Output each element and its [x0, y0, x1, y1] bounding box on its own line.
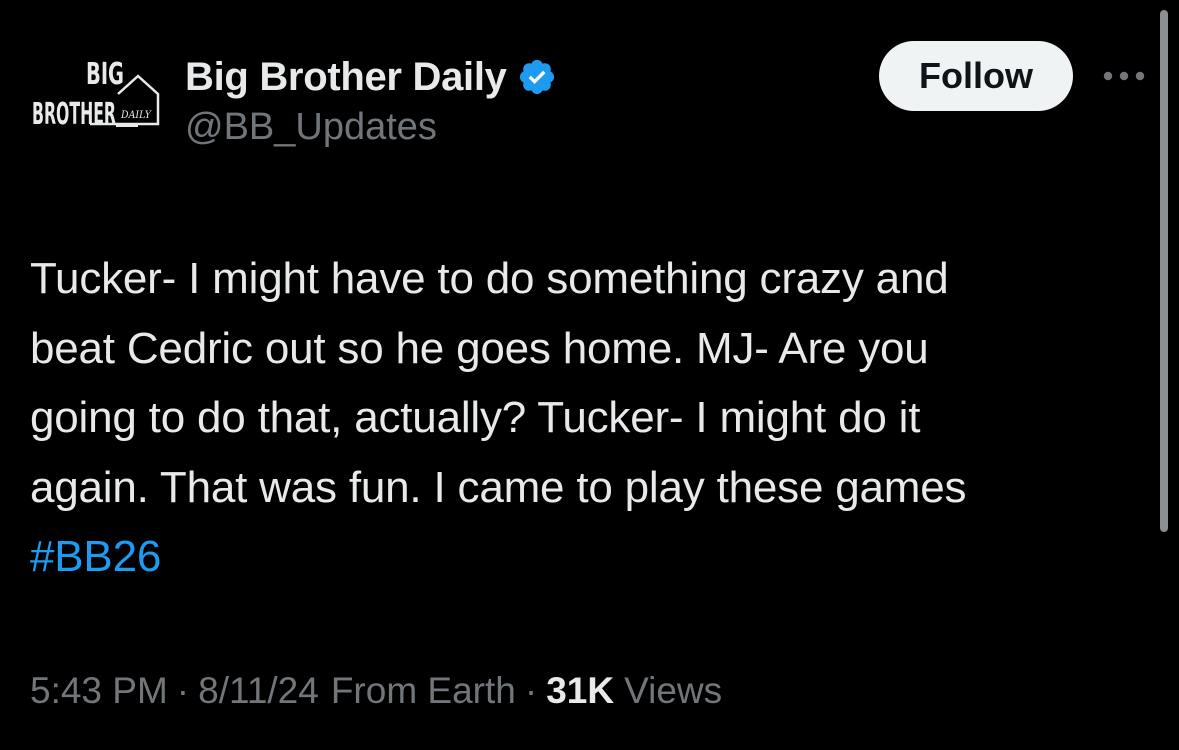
- verified-badge-icon[interactable]: [517, 57, 557, 97]
- logo-tag: DAILY: [120, 110, 152, 121]
- author-info: Big Brother Daily @BB_Updates: [185, 52, 557, 149]
- meta-separator: ·: [524, 670, 538, 711]
- logo-line1: BIG: [86, 57, 124, 92]
- tweet-text-line: again. That was fun. I came to play thes…: [30, 462, 967, 512]
- tweet-text: Tucker- I might have to do something cra…: [30, 244, 1140, 592]
- more-options-icon[interactable]: [1098, 58, 1150, 94]
- tweet-source: From Earth: [330, 670, 516, 711]
- big-brother-daily-logo: BIG BROTHER DAILY: [32, 57, 160, 132]
- tweet-date[interactable]: 8/11/24: [198, 670, 319, 712]
- follow-button[interactable]: Follow: [879, 41, 1073, 111]
- avatar[interactable]: BIG BROTHER DAILY: [30, 50, 160, 142]
- author-handle[interactable]: @BB_Updates: [185, 106, 557, 149]
- tweet-text-line: Tucker- I might have to do something cra…: [30, 254, 949, 303]
- views-count[interactable]: 31K: [546, 670, 614, 712]
- author-name-row: Big Brother Daily: [185, 52, 557, 102]
- tweet-time[interactable]: 5:43 PM: [30, 670, 168, 712]
- tweet-text-line: beat Cedric out so he goes home. MJ- Are…: [30, 323, 929, 373]
- views-label[interactable]: Views: [624, 670, 722, 712]
- tweet-meta: 5:43 PM · 8/11/24 From Earth · 31K Views: [30, 670, 722, 712]
- hashtag-link[interactable]: #BB26: [30, 532, 161, 581]
- tweet-text-line: going to do that, actually? Tucker- I mi…: [30, 393, 921, 442]
- logo-line2: BROTHER: [32, 97, 116, 132]
- author-display-name[interactable]: Big Brother Daily: [185, 55, 507, 100]
- scrollbar[interactable]: [1160, 10, 1168, 532]
- meta-separator: ·: [176, 670, 190, 711]
- tweet: BIG BROTHER DAILY Big Brother Daily @BB_…: [0, 0, 1179, 750]
